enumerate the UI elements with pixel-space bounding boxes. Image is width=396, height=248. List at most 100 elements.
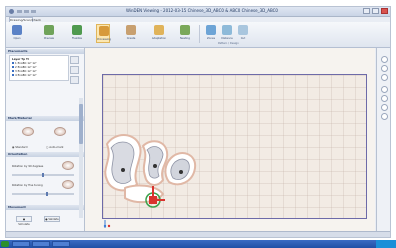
ribbon: Open Preview Flexible Processing Create … <box>6 22 390 48</box>
auto-option[interactable]: ○ Auto-mark <box>46 145 63 149</box>
adaptation-button[interactable]: Adaptation <box>152 24 166 43</box>
axis-indicator <box>103 220 111 228</box>
auto-option-label: Auto-mark <box>49 145 64 149</box>
cut-label: Cut <box>240 37 246 40</box>
flexible-button[interactable]: Flexible <box>70 24 84 43</box>
layer-icon <box>12 74 14 76</box>
nesting-icon <box>180 25 190 35</box>
minimize-button[interactable] <box>363 8 370 14</box>
movement-header: Movement <box>6 205 84 210</box>
standard-mark-icon[interactable] <box>22 127 34 136</box>
window-title: WinDEN Viewing - 2012-03-15 Chinese_3D_A… <box>126 8 278 13</box>
layer-tree[interactable]: Layer Tp Tl 1 EnABC 12' 12' 2 EnABC 12' … <box>9 55 69 81</box>
rotation-fine-label: Rotation by fine tuning <box>12 183 43 187</box>
preview-icon <box>44 25 54 35</box>
flexible-label: Flexible <box>72 37 82 40</box>
create-button[interactable]: Create <box>124 24 138 43</box>
front-view-icon[interactable] <box>381 113 388 120</box>
pattern-pieces[interactable] <box>104 134 197 204</box>
scrollbar-thumb[interactable] <box>79 104 83 144</box>
open-button[interactable]: Open <box>10 24 24 43</box>
ribbon-group-label: Pattern / Design <box>218 42 239 45</box>
taskbar-app-button[interactable] <box>12 241 30 247</box>
zoom-out-icon[interactable] <box>381 65 388 72</box>
zones-icon <box>206 25 216 35</box>
left-panel-scrollbar[interactable] <box>79 98 83 218</box>
preview-button[interactable]: Preview <box>42 24 56 43</box>
taskbar-app-button[interactable] <box>32 241 50 247</box>
validate-button[interactable]: ● Validate <box>44 216 60 222</box>
maximize-button[interactable] <box>372 8 379 14</box>
nesting-button[interactable]: Nesting <box>178 24 192 43</box>
status-bar <box>6 231 390 237</box>
slider-thumb[interactable] <box>46 192 48 196</box>
adaptation-label: Adaptation <box>151 37 167 40</box>
mark-material-header: Mark/Material <box>6 116 84 121</box>
add-layer-button[interactable] <box>70 56 79 64</box>
rotate-fine-icon[interactable] <box>62 180 74 189</box>
flexible-icon <box>72 25 82 35</box>
pattern-marker <box>179 170 183 174</box>
app-window: WinDEN Viewing - 2012-03-15 Chinese_3D_A… <box>5 6 391 238</box>
standard-option-label: Standard <box>15 145 28 149</box>
taskbar-app-button[interactable] <box>52 241 70 247</box>
pan-icon[interactable] <box>381 74 388 81</box>
layer-icon <box>12 70 14 72</box>
layer-icon <box>12 66 14 68</box>
nesting-label: Nesting <box>180 37 190 40</box>
close-button[interactable] <box>381 8 388 14</box>
pattern-marker <box>121 168 125 172</box>
pattern-overlay <box>103 134 197 228</box>
open-label: Open <box>13 37 21 40</box>
rotate-90-icon[interactable] <box>62 161 74 170</box>
processing-icon <box>99 26 109 36</box>
quick-undo-icon[interactable] <box>24 10 29 13</box>
quick-redo-icon[interactable] <box>31 10 36 13</box>
rotation-90-label: Rotation by 90 degrees <box>12 164 44 168</box>
rotation-fine-slider[interactable] <box>12 192 74 196</box>
tree-row-text: 4 EnABC 12' 12' <box>15 73 37 77</box>
adaptation-icon <box>154 25 164 35</box>
placements-header: Placements <box>6 49 84 54</box>
edit-layer-button[interactable] <box>70 66 79 74</box>
rotation-90-slider[interactable] <box>12 173 74 177</box>
ribbon-separator <box>199 25 200 43</box>
fit-view-icon[interactable] <box>381 86 388 93</box>
open-icon <box>12 25 22 35</box>
distance-button[interactable]: Distance <box>220 24 234 43</box>
cut-button[interactable]: Cut <box>236 24 250 43</box>
auto-mark-icon[interactable] <box>54 127 66 136</box>
start-button[interactable] <box>1 241 9 247</box>
pattern-marker <box>153 164 157 168</box>
simulate-button[interactable]: ● Simulate <box>16 216 32 226</box>
drawing-viewport[interactable] <box>85 48 375 231</box>
tree-row[interactable]: 4 EnABC 12' 12' <box>12 73 37 77</box>
gizmo-center[interactable] <box>149 196 157 204</box>
standard-option[interactable]: ◉ Standard <box>12 145 27 149</box>
app-menu-icon[interactable] <box>9 9 14 14</box>
processing-button[interactable]: Processing <box>96 24 111 43</box>
delete-layer-button[interactable] <box>70 76 79 84</box>
processing-label: Processing <box>97 38 111 41</box>
zones-button[interactable]: Zones <box>204 24 218 43</box>
cut-icon <box>238 25 248 35</box>
title-bar: WinDEN Viewing - 2012-03-15 Chinese_3D_A… <box>6 7 390 17</box>
x-axis-icon <box>107 224 111 228</box>
preview-label: Preview <box>43 37 55 40</box>
distance-icon <box>222 25 232 35</box>
simulate-label: Simulate <box>18 223 30 226</box>
axis-origin-icon <box>103 224 107 228</box>
layer-icon <box>12 62 14 64</box>
quick-save-icon[interactable] <box>17 10 22 13</box>
zoom-in-icon[interactable] <box>381 56 388 63</box>
orientation-header: Orientation <box>6 152 84 157</box>
system-tray[interactable] <box>376 240 396 248</box>
left-panel: Placements Layer Tp Tl 1 EnABC 12' 12' 2… <box>6 48 85 231</box>
slider-thumb[interactable] <box>42 173 44 177</box>
rotate-view-icon[interactable] <box>381 95 388 102</box>
pattern-piece-shading <box>110 141 135 184</box>
create-label: Create <box>126 37 136 40</box>
validate-label: Validate <box>48 218 59 221</box>
top-view-icon[interactable] <box>381 104 388 111</box>
view-toolbar <box>376 48 390 231</box>
